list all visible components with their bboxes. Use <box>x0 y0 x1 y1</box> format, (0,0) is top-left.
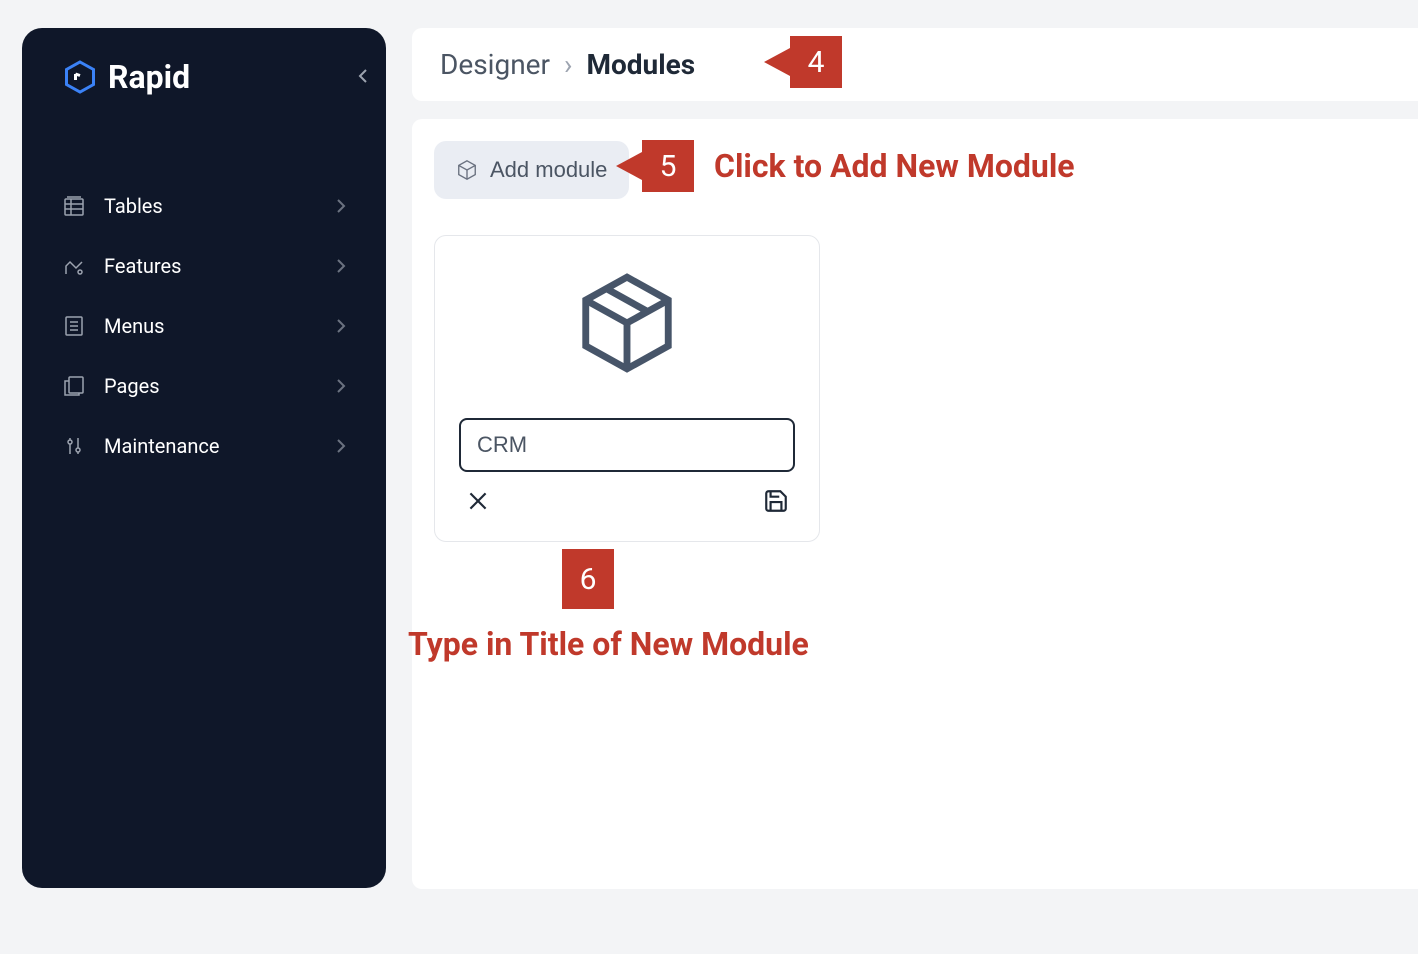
add-module-button[interactable]: Add module <box>434 141 629 199</box>
sidebar-label-menus: Menus <box>104 314 164 338</box>
sidebar: Rapid Tables Features Menus Pages <box>22 28 386 888</box>
callout-4: 4 <box>764 36 842 88</box>
sidebar-label-tables: Tables <box>104 194 163 218</box>
callout-5: 5 Click to Add New Module <box>616 140 1075 192</box>
callout-number-4: 4 <box>790 36 842 88</box>
chevron-left-icon <box>358 68 368 84</box>
sidebar-collapse-button[interactable] <box>358 68 368 88</box>
content-area: Add module <box>412 119 1418 889</box>
add-module-label: Add module <box>490 157 607 183</box>
sidebar-label-features: Features <box>104 254 181 278</box>
sidebar-item-menus[interactable]: Menus <box>42 296 366 356</box>
close-icon <box>465 488 491 514</box>
module-card-actions <box>459 488 795 517</box>
pages-icon <box>62 374 86 398</box>
sidebar-item-pages[interactable]: Pages <box>42 356 366 416</box>
arrow-left-icon <box>764 48 790 76</box>
menus-icon <box>62 314 86 338</box>
package-icon <box>456 159 478 181</box>
callout-text-6: Type in Title of New Module <box>408 625 809 663</box>
package-large-icon <box>572 268 682 378</box>
tables-icon <box>62 194 86 218</box>
breadcrumb-bar: Designer › Modules <box>412 28 1418 101</box>
logo[interactable]: Rapid <box>42 58 366 96</box>
chevron-right-icon <box>336 258 346 274</box>
sidebar-label-maintenance: Maintenance <box>104 434 219 458</box>
chevron-right-icon <box>336 378 346 394</box>
callout-6: 6 <box>562 549 614 609</box>
cancel-button[interactable] <box>465 488 491 517</box>
logo-icon <box>62 59 98 95</box>
callout-number-5: 5 <box>642 140 694 192</box>
sidebar-item-features[interactable]: Features <box>42 236 366 296</box>
chevron-right-icon <box>336 198 346 214</box>
module-card <box>434 235 820 542</box>
save-button[interactable] <box>763 488 789 517</box>
chevron-right-icon <box>336 318 346 334</box>
breadcrumb-separator: › <box>564 48 572 81</box>
maintenance-icon <box>62 434 86 458</box>
callout-text-5: Click to Add New Module <box>714 147 1075 185</box>
breadcrumb-parent[interactable]: Designer <box>440 48 550 81</box>
save-icon <box>763 488 789 514</box>
callout-number-6: 6 <box>562 549 614 609</box>
breadcrumb-current: Modules <box>586 48 695 81</box>
chevron-right-icon <box>336 438 346 454</box>
module-title-input[interactable] <box>459 418 795 472</box>
sidebar-label-pages: Pages <box>104 374 160 398</box>
arrow-left-icon <box>616 152 642 180</box>
sidebar-item-tables[interactable]: Tables <box>42 176 366 236</box>
features-icon <box>62 254 86 278</box>
logo-text: Rapid <box>108 58 190 96</box>
sidebar-item-maintenance[interactable]: Maintenance <box>42 416 366 476</box>
